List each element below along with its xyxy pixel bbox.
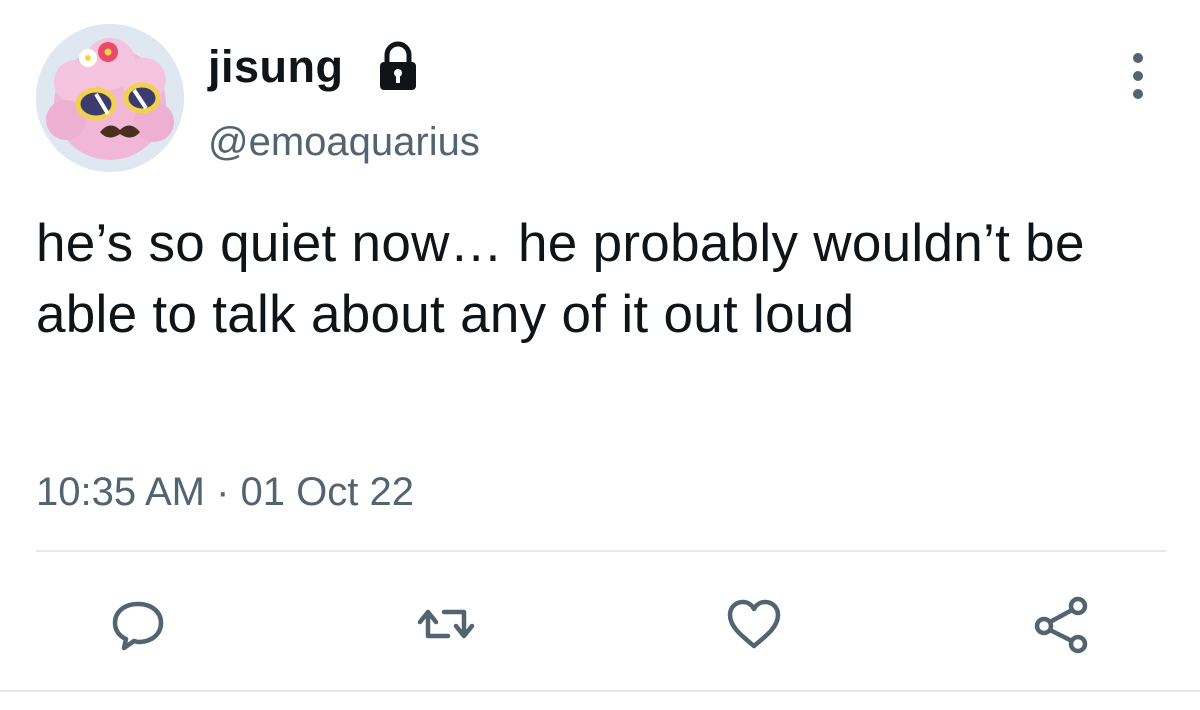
divider: [36, 550, 1166, 552]
like-button[interactable]: [722, 592, 786, 656]
user-handle[interactable]: @emoaquarius: [208, 116, 480, 168]
avatar-image: [36, 24, 184, 172]
avatar[interactable]: [36, 24, 184, 172]
heart-icon: [727, 599, 781, 649]
tweet-timestamp[interactable]: 10:35 AM · 01 Oct 22: [36, 466, 414, 518]
reply-icon: [112, 601, 164, 651]
more-vertical-icon[interactable]: [1118, 50, 1158, 102]
display-name[interactable]: jisung: [208, 38, 344, 96]
retweet-icon: [417, 609, 475, 639]
share-icon: [1034, 596, 1088, 654]
retweet-button[interactable]: [414, 592, 478, 656]
lock-icon: [380, 41, 416, 90]
share-button[interactable]: [1030, 592, 1094, 656]
divider: [0, 690, 1200, 692]
tweet-text: he’s so quiet now… he probably wouldn’t …: [36, 214, 1085, 344]
reply-button[interactable]: [106, 592, 170, 656]
